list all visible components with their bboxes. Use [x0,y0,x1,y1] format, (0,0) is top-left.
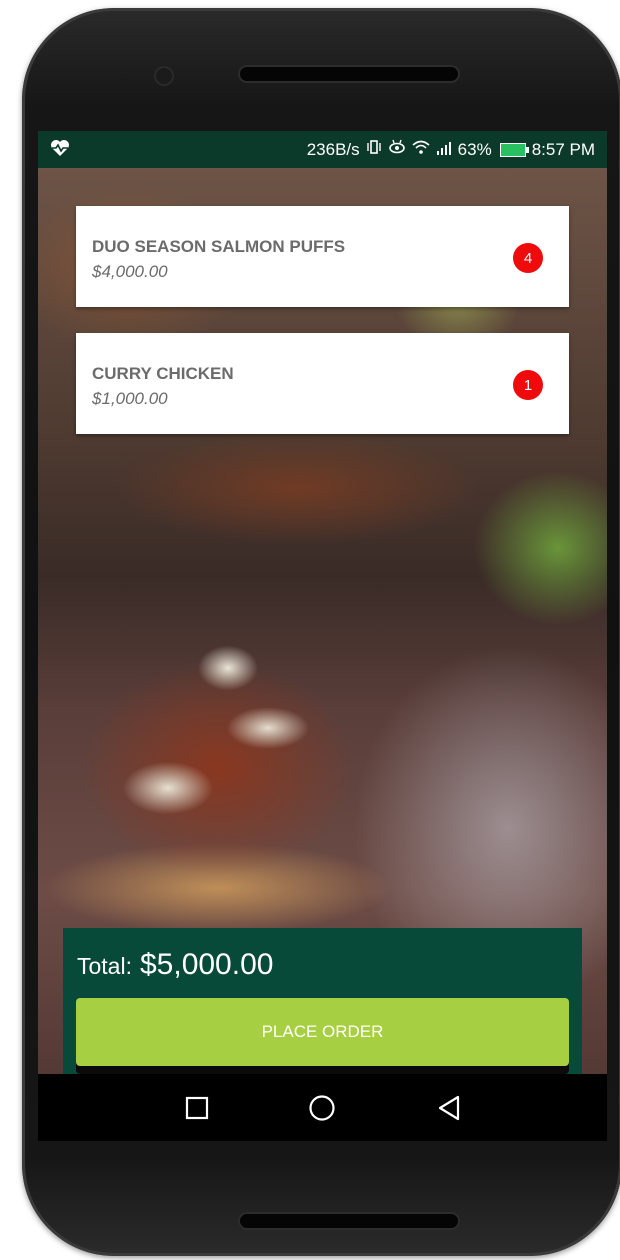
order-summary-panel: Total: $5,000.00 PLACE ORDER [63,928,582,1086]
front-camera [154,66,174,86]
item-price: $4,000.00 [92,262,168,281]
item-price: $1,000.00 [92,389,168,408]
battery-icon [499,142,529,157]
order-item-card[interactable]: DUO SEASON SALMON PUFFS $4,000.00 4 [76,206,569,307]
food-background-image: DUO SEASON SALMON PUFFS $4,000.00 4 CURR… [38,168,607,1086]
eye-comfort-icon [388,139,406,160]
status-indicators: 236B/s 63% 8:57 PM [307,139,595,160]
navigation-bar [38,1074,607,1141]
earpiece-speaker [238,65,460,83]
item-name: CURRY CHICKEN [92,364,234,383]
heart-monitor-icon [50,139,70,162]
back-triangle-icon[interactable] [433,1092,465,1124]
order-item-card[interactable]: CURRY CHICKEN $1,000.00 1 [76,333,569,434]
network-speed: 236B/s [306,139,360,159]
total-label: Total: [77,953,132,979]
quantity-badge: 4 [513,243,543,273]
status-bar: 236B/s 63% 8:57 PM [38,131,607,168]
quantity-badge: 1 [513,370,543,400]
clock: 8:57 PM [531,139,595,159]
total-value: $5,000.00 [139,948,274,981]
device-screen: 236B/s 63% 8:57 PM DUO SEASON SALMON PUF… [38,131,607,1141]
signal-icon [436,140,452,160]
recents-square-icon[interactable] [181,1092,213,1124]
home-circle-icon[interactable] [306,1092,338,1124]
item-name: DUO SEASON SALMON PUFFS [92,237,346,256]
bottom-speaker [238,1212,460,1230]
place-order-button[interactable]: PLACE ORDER [76,998,569,1066]
battery-percent: 63% [457,139,492,159]
wifi-icon [412,139,430,160]
total-line: Total: $5,000.00 [77,948,273,982]
vibrate-icon [366,139,382,160]
